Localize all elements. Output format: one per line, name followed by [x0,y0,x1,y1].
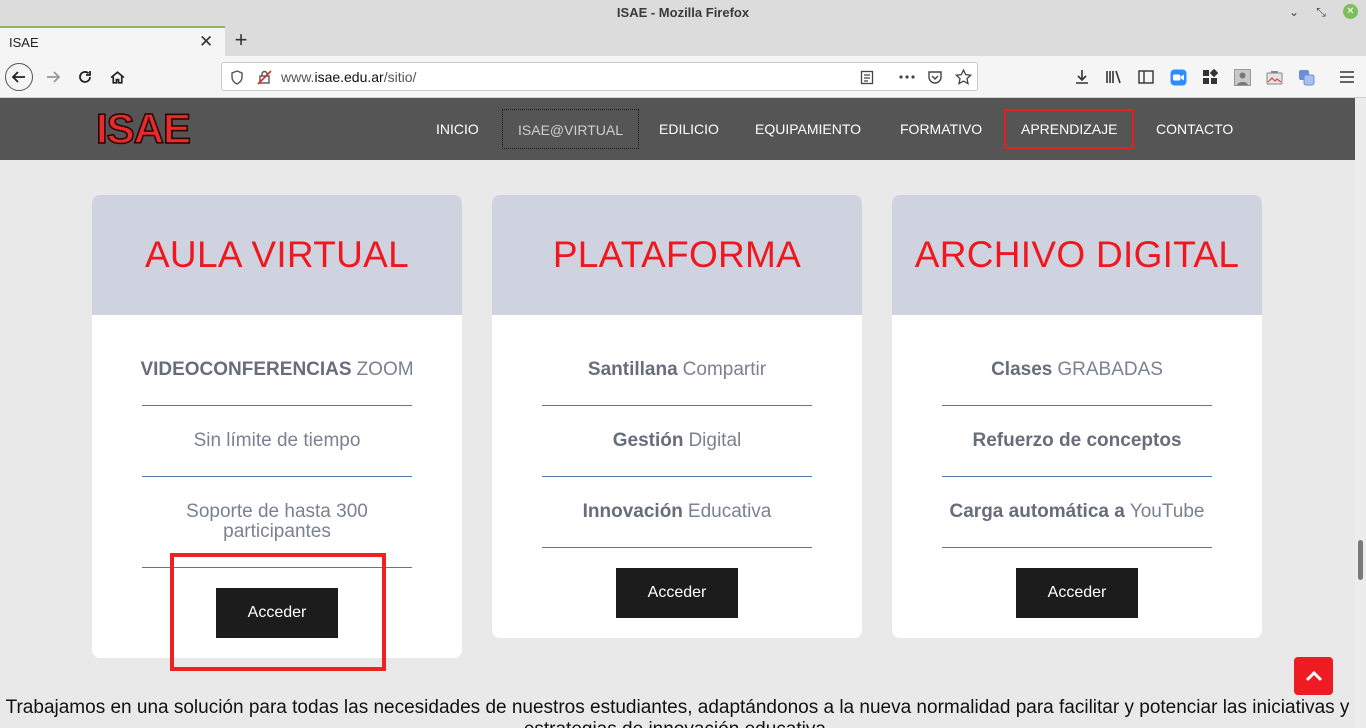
bookmark-star-icon[interactable] [954,68,972,86]
intro-paragraph: Trabajamos en una solución para todas la… [5,697,1350,728]
url-domain: isae.edu.ar [314,69,384,85]
card-header: ARCHIVO DIGITAL [892,195,1262,315]
zoom-extension-icon[interactable] [1168,67,1188,87]
url-prefix: www. [281,69,315,85]
feature-bold: Gestión [612,430,684,451]
tab-label: ISAE [9,35,39,50]
url-bar[interactable]: www.isae.edu.ar/sitio/ [221,62,978,91]
feature-bold: Carga automática a [949,501,1125,522]
home-icon[interactable] [103,63,131,91]
card-plataforma: PLATAFORMA Santillana Compartir Gestión Di… [492,195,862,638]
window-title: ISAE - Mozilla Firefox [616,5,750,20]
library-icon[interactable] [1104,67,1124,87]
translate-extension-icon[interactable] [1296,67,1316,87]
reader-view-icon[interactable] [858,68,876,86]
acceder-button-plataforma[interactable]: Acceder [616,568,738,618]
url-text: www.isae.edu.ar/sitio/ [281,69,416,85]
feature-text: ZOOM [356,359,414,380]
account-extension-icon[interactable] [1232,67,1252,87]
feature-text: Educativa [687,501,772,522]
back-icon[interactable] [5,63,33,91]
pocket-icon[interactable] [926,68,944,86]
nav-contacto[interactable]: CONTACTO [1141,109,1248,149]
downloads-icon[interactable] [1072,67,1092,87]
chevron-up-icon [1305,670,1322,682]
forward-icon[interactable] [39,63,67,91]
browser-tab[interactable]: ISAE ✕ [0,26,225,56]
feature-bold: Refuerzo de conceptos [972,430,1182,451]
feature-text: YouTube [1129,501,1205,522]
scrollbar-thumb[interactable] [1358,540,1363,580]
card-title: PLATAFORMA [552,234,802,275]
nav-inicio[interactable]: INICIO [421,109,494,149]
extension-grid-icon[interactable] [1200,67,1220,87]
feature-item: Sin límite de tiempo [142,406,412,477]
feature-bold: Clases [991,359,1053,380]
isae-logo[interactable]: ISAE [95,107,192,151]
feature-item: Gestión Digital [542,406,812,477]
feature-text: Compartir [682,359,767,380]
new-tab-icon[interactable]: + [230,27,252,53]
url-path: /sitio/ [383,69,417,85]
feature-text: Digital [688,430,742,451]
feature-text: GRABADAS [1057,359,1163,380]
feature-text: Sin límite de tiempo [193,430,361,451]
menu-icon[interactable] [1337,67,1357,87]
card-title: AULA VIRTUAL [144,234,410,275]
reload-icon[interactable] [71,63,99,91]
feature-item: Carga automática a YouTube [942,477,1212,548]
maximize-icon[interactable]: ⤡ [1313,4,1329,20]
page-scrollbar[interactable] [1355,98,1366,728]
navigation-toolbar: www.isae.edu.ar/sitio/ [0,56,1366,98]
sidebar-icon[interactable] [1136,67,1156,87]
highlight-annotation-box [170,553,386,671]
feature-bold: Innovación [582,501,683,522]
feature-item: VIDEOCONFERENCIAS ZOOM [140,315,414,406]
acceder-button-archivo-digital[interactable]: Acceder [1016,568,1138,618]
more-actions-icon[interactable] [898,68,916,86]
nav-aprendizaje[interactable]: APRENDIZAJE [1004,109,1135,149]
nav-equipamiento[interactable]: EQUIPAMIENTO [740,109,876,149]
tab-close-icon[interactable]: ✕ [199,32,213,52]
nav-isae-virtual[interactable]: ISAE@VIRTUAL [502,109,639,149]
close-window-icon[interactable]: ✕ [1343,4,1358,19]
card-archivo-digital: ARCHIVO DIGITAL Clases GRABADAS Refuerzo … [892,195,1262,638]
feature-item: Clases GRABADAS [942,315,1212,406]
card-title: ARCHIVO DIGITAL [914,234,1240,275]
minimize-icon[interactable]: ⌄ [1286,4,1302,20]
tab-bar: ISAE ✕ + [0,26,1366,56]
feature-item: Santillana Compartir [542,315,812,406]
scroll-to-top-button[interactable] [1294,657,1333,695]
screenshot-extension-icon[interactable] [1264,67,1284,87]
shield-icon[interactable] [228,68,246,86]
feature-bold: Santillana [587,359,678,380]
nav-edilicio[interactable]: EDILICIO [644,109,734,149]
feature-text: Soporte de hasta 300 participantes [186,501,368,542]
nav-formativo[interactable]: FORMATIVO [885,109,997,149]
card-header: PLATAFORMA [492,195,862,315]
insecure-lock-icon[interactable] [255,68,273,86]
feature-item: Refuerzo de conceptos [942,406,1212,477]
site-header: ISAE INICIO ISAE@VIRTUAL EDILICIO EQUIPA… [0,98,1355,160]
feature-bold: VIDEOCONFERENCIAS [140,359,352,380]
card-header: AULA VIRTUAL [92,195,462,315]
feature-item: Innovación Educativa [542,477,812,548]
window-titlebar: ISAE - Mozilla Firefox ⌄ ⤡ ✕ [0,0,1366,26]
